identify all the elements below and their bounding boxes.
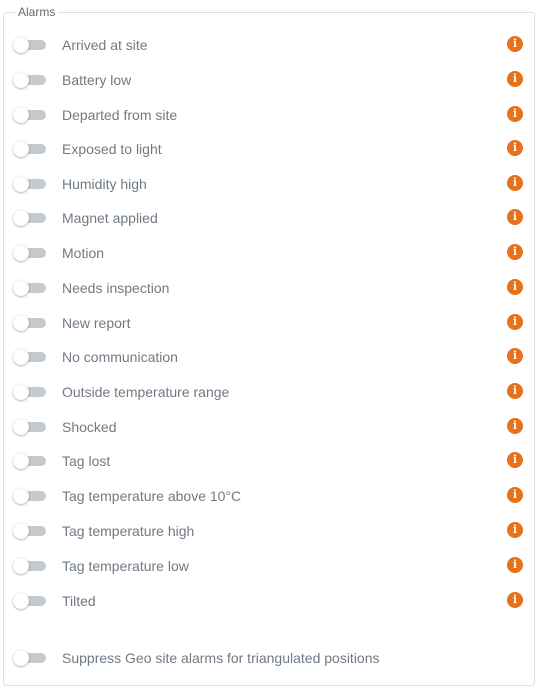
shocked-toggle[interactable] xyxy=(13,419,47,435)
exposed-to-light-toggle[interactable] xyxy=(13,141,47,157)
alarm-label: Needs inspection xyxy=(62,280,170,296)
arrived-at-site-toggle[interactable] xyxy=(13,37,47,53)
tag-temperature-low-toggle[interactable] xyxy=(13,558,47,574)
alarm-row-no-communication: No communication i xyxy=(0,345,539,369)
toggle-knob xyxy=(13,210,29,226)
toggle-knob xyxy=(13,523,29,539)
alarm-label: Tag temperature low xyxy=(62,558,189,574)
suppress-geo-toggle[interactable] xyxy=(13,650,47,666)
toggle-knob xyxy=(13,280,29,296)
toggle-knob xyxy=(13,488,29,504)
alarm-row-tag-temperature-low: Tag temperature low i xyxy=(0,554,539,578)
info-icon[interactable]: i xyxy=(507,487,523,503)
info-icon[interactable]: i xyxy=(507,244,523,260)
alarm-label: Outside temperature range xyxy=(62,384,230,400)
info-icon[interactable]: i xyxy=(507,557,523,573)
alarm-row-shocked: Shocked i xyxy=(0,415,539,439)
toggle-knob xyxy=(13,245,29,261)
suppress-geo-row: Suppress Geo site alarms for triangulate… xyxy=(0,646,539,670)
toggle-knob xyxy=(13,650,29,666)
tag-temperature-above-10c-toggle[interactable] xyxy=(13,488,47,504)
alarm-label: Arrived at site xyxy=(62,37,148,53)
toggle-knob xyxy=(13,384,29,400)
alarm-row-battery-low: Battery low i xyxy=(0,68,539,92)
alarm-label: Motion xyxy=(62,245,105,261)
no-communication-toggle[interactable] xyxy=(13,349,47,365)
info-icon[interactable]: i xyxy=(507,418,523,434)
tilted-toggle[interactable] xyxy=(13,593,47,609)
alarm-label: Tag temperature above 10°C xyxy=(62,488,242,504)
info-icon[interactable]: i xyxy=(507,522,523,538)
alarm-label: Magnet applied xyxy=(62,210,158,226)
alarm-row-tag-temperature-high: Tag temperature high i xyxy=(0,519,539,543)
info-icon[interactable]: i xyxy=(507,279,523,295)
alarm-row-motion: Motion i xyxy=(0,241,539,265)
info-icon[interactable]: i xyxy=(507,209,523,225)
info-icon[interactable]: i xyxy=(507,452,523,468)
toggle-knob xyxy=(13,593,29,609)
tag-lost-toggle[interactable] xyxy=(13,453,47,469)
info-icon[interactable]: i xyxy=(507,36,523,52)
alarm-row-tag-temperature-above-10c: Tag temperature above 10°C i xyxy=(0,484,539,508)
alarm-row-exposed-to-light: Exposed to light i xyxy=(0,137,539,161)
alarm-row-magnet-applied: Magnet applied i xyxy=(0,206,539,230)
toggle-knob xyxy=(13,558,29,574)
humidity-high-toggle[interactable] xyxy=(13,176,47,192)
alarm-label: Humidity high xyxy=(62,176,147,192)
alarm-label: Tilted xyxy=(62,593,96,609)
alarm-label: Tag lost xyxy=(62,453,111,469)
alarm-label: Departed from site xyxy=(62,107,178,123)
toggle-knob xyxy=(13,349,29,365)
alarm-row-tilted: Tilted i xyxy=(0,589,539,613)
alarm-label: No communication xyxy=(62,349,178,365)
outside-temperature-range-toggle[interactable] xyxy=(13,384,47,400)
toggle-knob xyxy=(13,419,29,435)
info-icon[interactable]: i xyxy=(507,314,523,330)
info-icon[interactable]: i xyxy=(507,175,523,191)
alarm-label: Battery low xyxy=(62,72,132,88)
alarm-label: Exposed to light xyxy=(62,141,162,157)
alarms-legend: Alarms xyxy=(15,5,59,19)
info-icon[interactable]: i xyxy=(507,71,523,87)
info-icon[interactable]: i xyxy=(507,106,523,122)
departed-from-site-toggle[interactable] xyxy=(13,107,47,123)
toggle-knob xyxy=(13,315,29,331)
info-icon[interactable]: i xyxy=(507,348,523,364)
info-icon[interactable]: i xyxy=(507,383,523,399)
toggle-knob xyxy=(13,453,29,469)
alarm-row-arrived-at-site: Arrived at site i xyxy=(0,33,539,57)
info-icon[interactable]: i xyxy=(507,140,523,156)
alarm-row-needs-inspection: Needs inspection i xyxy=(0,276,539,300)
suppress-geo-label: Suppress Geo site alarms for triangulate… xyxy=(62,650,380,666)
alarm-row-departed-from-site: Departed from site i xyxy=(0,103,539,127)
toggle-knob xyxy=(13,176,29,192)
tag-temperature-high-toggle[interactable] xyxy=(13,523,47,539)
battery-low-toggle[interactable] xyxy=(13,72,47,88)
alarm-label: Shocked xyxy=(62,419,117,435)
alarm-row-new-report: New report i xyxy=(0,311,539,335)
toggle-knob xyxy=(13,37,29,53)
toggle-knob xyxy=(13,72,29,88)
new-report-toggle[interactable] xyxy=(13,315,47,331)
toggle-knob xyxy=(13,141,29,157)
info-icon[interactable]: i xyxy=(507,592,523,608)
alarm-label: Tag temperature high xyxy=(62,523,195,539)
alarm-row-humidity-high: Humidity high i xyxy=(0,172,539,196)
magnet-applied-toggle[interactable] xyxy=(13,210,47,226)
alarm-row-tag-lost: Tag lost i xyxy=(0,449,539,473)
motion-toggle[interactable] xyxy=(13,245,47,261)
needs-inspection-toggle[interactable] xyxy=(13,280,47,296)
toggle-knob xyxy=(13,107,29,123)
alarm-label: New report xyxy=(62,315,131,331)
alarm-row-outside-temperature-range: Outside temperature range i xyxy=(0,380,539,404)
